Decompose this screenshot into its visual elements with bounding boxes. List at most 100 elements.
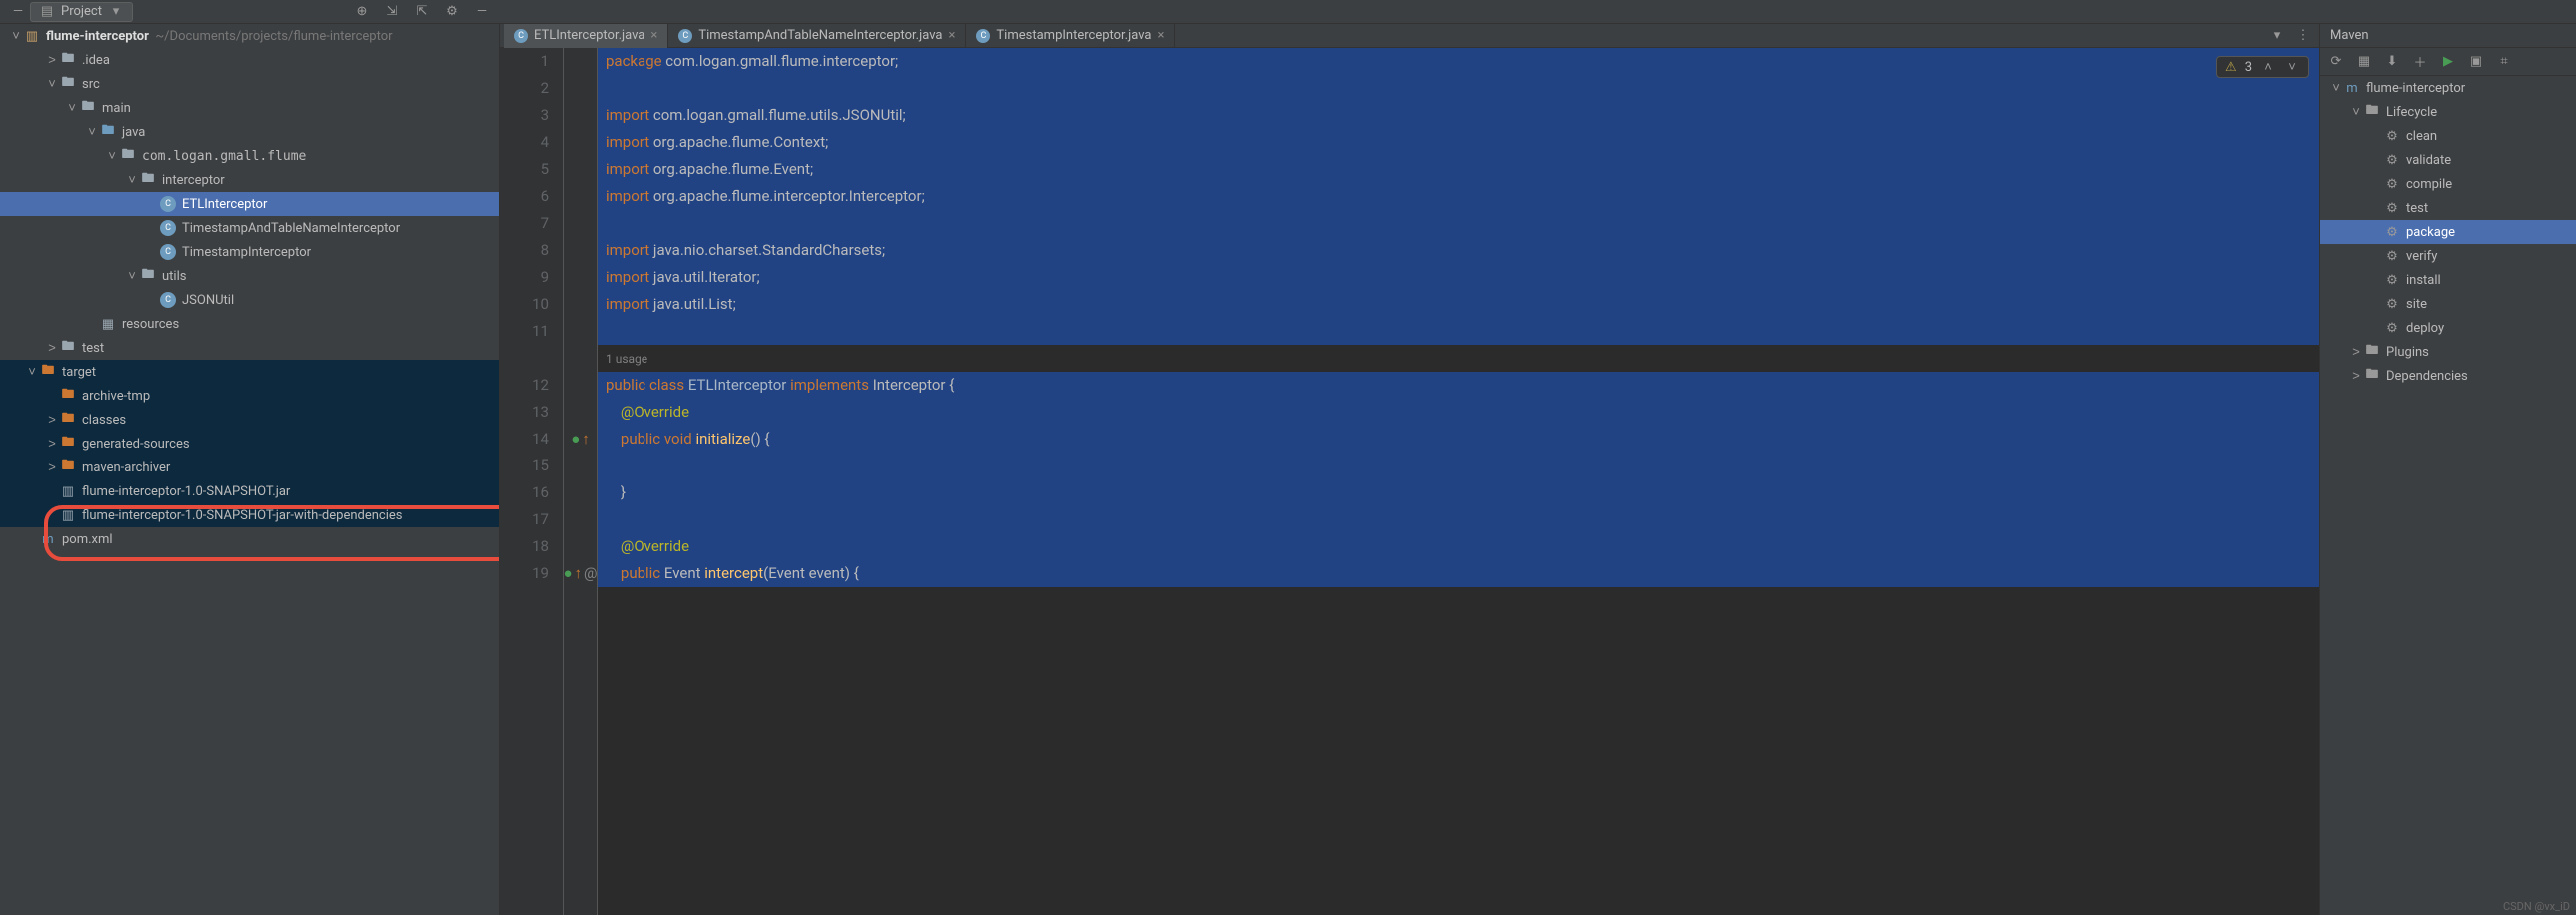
tree-item[interactable]: ▥flume-interceptor-1.0-SNAPSHOT.jar bbox=[0, 479, 499, 503]
editor-area: C ETLInterceptor.java × C TimestampAndTableN… bbox=[500, 24, 2320, 915]
maven-goal-test[interactable]: ⚙test bbox=[2320, 196, 2576, 220]
tree-item[interactable]: CJSONUtil bbox=[0, 288, 499, 312]
code-line[interactable]: @Override bbox=[598, 533, 2319, 560]
tree-item[interactable]: ˃🖿generated-sources bbox=[0, 432, 499, 456]
locate-icon[interactable]: ⊕ bbox=[354, 4, 370, 20]
code-line[interactable]: import com.logan.gmall.flume.utils.JSONU… bbox=[598, 102, 2319, 129]
tree-item[interactable]: 🖿archive-tmp bbox=[0, 384, 499, 408]
maven-goal-verify[interactable]: ⚙verify bbox=[2320, 244, 2576, 268]
next-icon[interactable]: ˅ bbox=[2284, 59, 2300, 75]
project-toolwindow-button[interactable]: ▤ Project ▾ bbox=[30, 2, 133, 22]
maven-lifecycle[interactable]: ˅🖿Lifecycle bbox=[2320, 100, 2576, 124]
tree-item[interactable]: ˃🖿test bbox=[0, 336, 499, 360]
tree-item[interactable]: ▦resources bbox=[0, 312, 499, 336]
tree-item[interactable]: CETLInterceptor bbox=[0, 192, 499, 216]
maven-goal-compile[interactable]: ⚙compile bbox=[2320, 172, 2576, 196]
execute-icon[interactable]: ▣ bbox=[2468, 54, 2484, 70]
code-line[interactable]: import org.apache.flume.interceptor.Inte… bbox=[598, 183, 2319, 210]
close-icon[interactable]: × bbox=[948, 28, 955, 43]
maven-toolbar: ⟳ ▦ ⬇ ＋ ▶ ▣ ⌗ bbox=[2320, 48, 2576, 76]
code-line[interactable] bbox=[598, 210, 2319, 237]
project-panel[interactable]: ˅▥flume-interceptor ~/Documents/projects… bbox=[0, 24, 500, 915]
watermark: CSDN @vx_iD bbox=[2503, 900, 2570, 913]
tree-item[interactable]: ˃🖿.idea bbox=[0, 48, 499, 72]
editor-tab[interactable]: C ETLInterceptor.java × bbox=[504, 24, 668, 48]
java-class-icon: C bbox=[678, 29, 692, 43]
generate-icon[interactable]: ▦ bbox=[2356, 54, 2372, 70]
java-class-icon: C bbox=[514, 29, 528, 43]
tree-item[interactable]: CTimestampInterceptor bbox=[0, 240, 499, 264]
tree-item[interactable]: ˅🖿src bbox=[0, 72, 499, 96]
close-icon[interactable]: × bbox=[650, 28, 657, 43]
maven-goal-deploy[interactable]: ⚙deploy bbox=[2320, 316, 2576, 340]
code-line[interactable]: public Event intercept(Event event) { bbox=[598, 560, 2319, 587]
code-line[interactable] bbox=[598, 318, 2319, 345]
warning-count: 3 bbox=[2245, 60, 2252, 75]
code-line[interactable]: import java.nio.charset.StandardCharsets… bbox=[598, 237, 2319, 264]
project-icon: ▤ bbox=[39, 4, 55, 20]
code-line[interactable]: import org.apache.flume.Context; bbox=[598, 129, 2319, 156]
warning-icon: ⚠ bbox=[2225, 60, 2237, 75]
maven-goal-site[interactable]: ⚙site bbox=[2320, 292, 2576, 316]
chevron-down-icon: ▾ bbox=[108, 4, 124, 20]
editor-tab[interactable]: C TimestampAndTableNameInterceptor.java × bbox=[668, 24, 966, 48]
code-line[interactable]: public void initialize() { bbox=[598, 426, 2319, 453]
maven-title: Maven bbox=[2320, 24, 2576, 48]
usage-hint[interactable]: 1 usage bbox=[598, 345, 2319, 372]
tree-item[interactable]: ˅🖿com.logan.gmall.flume bbox=[0, 144, 499, 168]
hide-icon[interactable]: — bbox=[474, 4, 490, 20]
project-root[interactable]: ˅▥flume-interceptor ~/Documents/projects… bbox=[0, 24, 499, 48]
editor-tab[interactable]: C TimestampInterceptor.java × bbox=[966, 24, 1175, 48]
reload-icon[interactable]: ⟳ bbox=[2328, 54, 2344, 70]
tree-item[interactable]: ˅🖿java bbox=[0, 120, 499, 144]
code-line[interactable]: public class ETLInterceptor implements I… bbox=[598, 372, 2319, 399]
inspection-widget[interactable]: ⚠ 3 ˄ ˅ bbox=[2216, 56, 2309, 78]
maven-goal-install[interactable]: ⚙install bbox=[2320, 268, 2576, 292]
add-icon[interactable]: ＋ bbox=[2412, 54, 2428, 70]
expand-icon[interactable]: ⇲ bbox=[384, 4, 400, 20]
chevron-down-icon[interactable]: ▾ bbox=[2269, 28, 2285, 44]
maven-root[interactable]: ˅mflume-interceptor bbox=[2320, 76, 2576, 100]
tab-label: TimestampAndTableNameInterceptor.java bbox=[698, 28, 942, 43]
code-editor[interactable]: 12345678910111213141516171819 ●↑●↑@ pack… bbox=[500, 48, 2319, 915]
tree-item[interactable]: ˅🖿target bbox=[0, 360, 499, 384]
code-line[interactable] bbox=[598, 75, 2319, 102]
code-line[interactable]: @Override bbox=[598, 399, 2319, 426]
minimize-icon[interactable]: — bbox=[10, 4, 26, 20]
tree-item[interactable]: ˃🖿classes bbox=[0, 408, 499, 432]
tree-item[interactable]: ▥flume-interceptor-1.0-SNAPSHOT-jar-with… bbox=[0, 503, 499, 527]
tree-item[interactable]: mpom.xml bbox=[0, 527, 499, 551]
project-toolwindow-label: Project bbox=[61, 4, 102, 19]
maven-dependencies[interactable]: ˃🖿Dependencies bbox=[2320, 364, 2576, 388]
maven-goal-clean[interactable]: ⚙clean bbox=[2320, 124, 2576, 148]
prev-icon[interactable]: ˄ bbox=[2260, 59, 2276, 75]
java-class-icon: C bbox=[976, 29, 990, 43]
code-line[interactable] bbox=[598, 506, 2319, 533]
maven-plugins[interactable]: ˃🖿Plugins bbox=[2320, 340, 2576, 364]
collapse-icon[interactable]: ⇱ bbox=[414, 4, 430, 20]
maven-goal-validate[interactable]: ⚙validate bbox=[2320, 148, 2576, 172]
editor-tabs: C ETLInterceptor.java × C TimestampAndTableN… bbox=[500, 24, 2319, 48]
run-icon[interactable]: ▶ bbox=[2440, 54, 2456, 70]
topbar: — ▤ Project ▾ ⊕ ⇲ ⇱ ⚙ — bbox=[0, 0, 2576, 24]
tree-item[interactable]: CTimestampAndTableNameInterceptor bbox=[0, 216, 499, 240]
maven-panel: Maven ⟳ ▦ ⬇ ＋ ▶ ▣ ⌗ ˅mflume-interceptor˅… bbox=[2320, 24, 2576, 915]
download-icon[interactable]: ⬇ bbox=[2384, 54, 2400, 70]
tree-item[interactable]: ˅🖿utils bbox=[0, 264, 499, 288]
code-line[interactable]: import org.apache.flume.Event; bbox=[598, 156, 2319, 183]
tab-label: ETLInterceptor.java bbox=[534, 28, 644, 43]
tab-label: TimestampInterceptor.java bbox=[996, 28, 1151, 43]
tree-item[interactable]: ˅🖿interceptor bbox=[0, 168, 499, 192]
more-icon[interactable]: ⋮ bbox=[2295, 28, 2311, 44]
tree-item[interactable]: ˅🖿main bbox=[0, 96, 499, 120]
code-line[interactable]: } bbox=[598, 479, 2319, 506]
close-icon[interactable]: × bbox=[1157, 28, 1164, 43]
maven-goal-package[interactable]: ⚙package bbox=[2320, 220, 2576, 244]
settings-icon[interactable]: ⚙ bbox=[444, 4, 460, 20]
tree-item[interactable]: ˃🖿maven-archiver bbox=[0, 456, 499, 479]
code-line[interactable]: import java.util.Iterator; bbox=[598, 264, 2319, 291]
toggle-icon[interactable]: ⌗ bbox=[2496, 54, 2512, 70]
code-line[interactable] bbox=[598, 453, 2319, 479]
code-line[interactable]: import java.util.List; bbox=[598, 291, 2319, 318]
code-line[interactable]: package com.logan.gmall.flume.intercepto… bbox=[598, 48, 2319, 75]
